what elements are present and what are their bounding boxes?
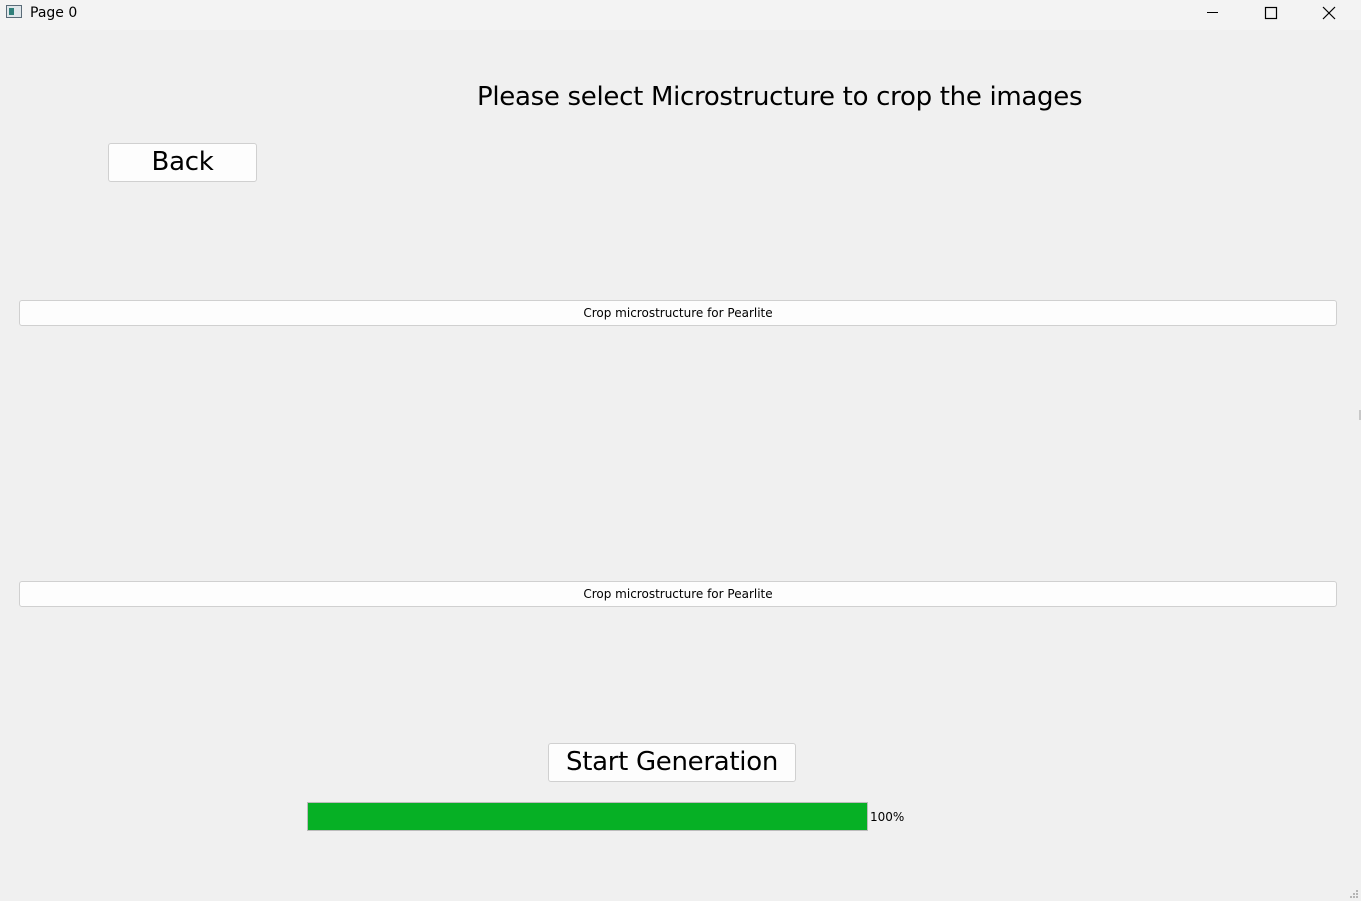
progress-bar-fill [308,803,867,830]
crop-pearlite-button-1[interactable]: Crop microstructure for Pearlite [19,300,1337,326]
page-heading: Please select Microstructure to crop the… [477,82,1083,112]
title-bar[interactable]: Page 0 [0,0,1361,30]
minimize-icon [1207,12,1218,13]
maximize-button[interactable] [1242,0,1300,30]
window-title: Page 0 [30,5,78,21]
maximize-icon [1264,6,1278,20]
close-button[interactable] [1300,0,1358,30]
minimize-button[interactable] [1184,0,1242,30]
progress-percent-label: 100% [870,810,905,824]
crop-pearlite-button-2[interactable]: Crop microstructure for Pearlite [19,581,1337,607]
app-window-icon [6,5,22,18]
start-generation-button[interactable]: Start Generation [548,743,796,782]
app-window: Page 0 Please select Microstructure to c… [0,0,1361,901]
resize-grip-icon[interactable] [1349,889,1359,899]
progress-bar [307,802,868,831]
close-icon [1322,6,1336,20]
back-button[interactable]: Back [108,143,257,182]
